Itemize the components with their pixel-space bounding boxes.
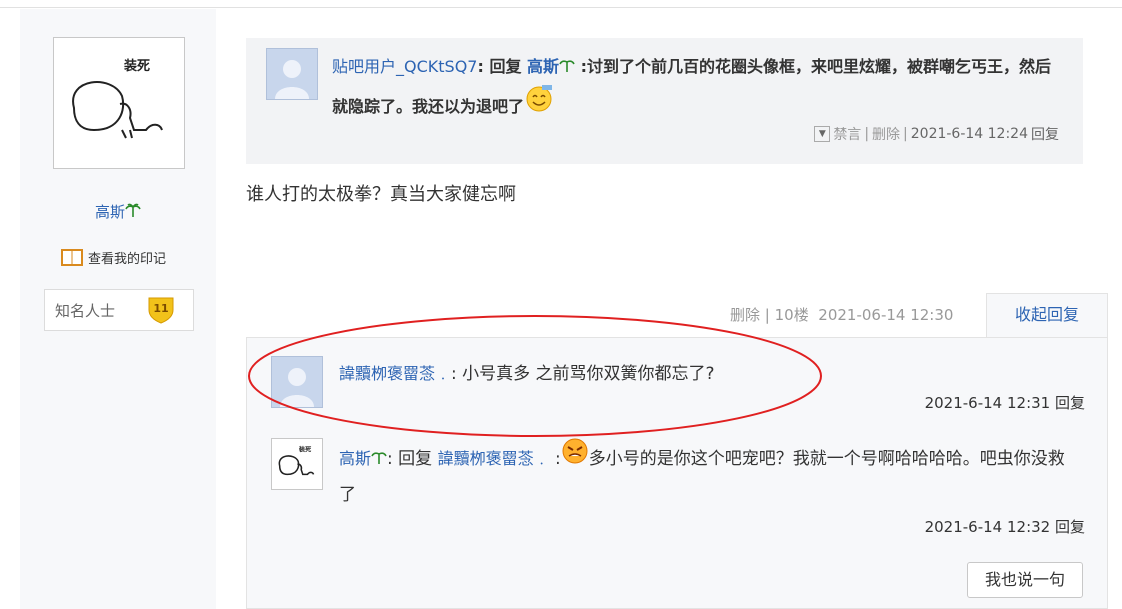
quote-time: 2021-6-14 12:24 xyxy=(910,126,1028,142)
avatar-doodle-icon: 装死 xyxy=(72,58,163,139)
reply-meta: 2021-6-14 12:32 回复 xyxy=(925,516,1085,537)
default-avatar-icon xyxy=(275,60,309,99)
top-divider xyxy=(0,0,1122,8)
quote-reply-link[interactable]: 回复 xyxy=(1031,124,1059,144)
reply-time: 2021-6-14 12:31 xyxy=(924,394,1051,412)
quote-meta: ▼ 禁言 | 删除 | 2021-6-14 12:24 回复 xyxy=(814,124,1059,144)
honor-badge[interactable]: 知名人士 11 xyxy=(44,289,194,331)
laugh-emoji-icon xyxy=(526,85,553,112)
svg-text:11: 11 xyxy=(153,302,168,315)
mute-link[interactable]: 禁言 xyxy=(833,124,861,144)
reply-link[interactable]: 回复 xyxy=(1055,518,1085,536)
author-sidebar: 装死 高斯 查看我的印记 知名人士 11 xyxy=(20,9,216,609)
quote-user-link[interactable]: 贴吧用户_QCKtSQ7 xyxy=(332,57,477,76)
reply-target-link[interactable]: 諱黷栁褒罶菍﹒ xyxy=(438,449,550,468)
post-content: 谁人打的太极拳？真当大家健忘啊 xyxy=(246,184,516,205)
author-avatar[interactable]: 装死 xyxy=(53,37,185,169)
avatar-doodle-icon: 装死 xyxy=(278,445,315,476)
reply-user-avatar[interactable]: 装死 xyxy=(271,438,323,490)
svg-text:装死: 装死 xyxy=(123,58,150,74)
reply-time: 2021-6-14 12:32 xyxy=(924,518,1051,536)
level-badge-icon: 11 xyxy=(148,297,174,324)
view-my-marks-link[interactable]: 查看我的印记 xyxy=(60,247,166,267)
list-item: 装死 高斯: 回复 諱黷栁褒罶菍﹒ : 多小号的是你这个吧宠吧？我就一个号啊哈哈哈… xyxy=(271,438,1085,548)
palm-tree-icon xyxy=(371,452,387,464)
floor-time: 2021-06-14 12:30 xyxy=(818,306,954,324)
reply-user-link[interactable]: 高斯 xyxy=(339,449,371,468)
reply-text: 高斯: 回复 諱黷栁褒罶菍﹒ : 多小号的是你这个吧宠吧？我就一个号啊哈哈哈哈。吧… xyxy=(339,438,1079,513)
book-icon xyxy=(61,249,83,266)
svg-text:装死: 装死 xyxy=(298,445,312,453)
dropdown-icon[interactable]: ▼ xyxy=(814,126,831,142)
collapse-replies-button[interactable]: 收起回复 xyxy=(986,293,1108,338)
palm-tree-icon xyxy=(125,203,141,217)
quote-user-avatar[interactable] xyxy=(266,48,318,100)
quote-target-link[interactable]: 高斯 xyxy=(527,57,559,76)
reply-meta: 2021-6-14 12:31 回复 xyxy=(925,392,1085,413)
quote-text: 贴吧用户_QCKtSQ7: 回复 高斯 :讨到了个前几百的花圈头像框，来吧里炫耀… xyxy=(332,57,1052,116)
palm-tree-icon xyxy=(559,60,575,72)
author-username[interactable]: 高斯 xyxy=(20,201,216,222)
reply-link[interactable]: 回复 xyxy=(1055,394,1085,412)
delete-link[interactable]: 删除 xyxy=(872,124,900,144)
highlight-ellipse xyxy=(248,315,822,437)
quoted-reply: 贴吧用户_QCKtSQ7: 回复 高斯 :讨到了个前几百的花圈头像框，来吧里炫耀… xyxy=(246,38,1083,164)
say-something-button[interactable]: 我也说一句 xyxy=(967,562,1083,598)
